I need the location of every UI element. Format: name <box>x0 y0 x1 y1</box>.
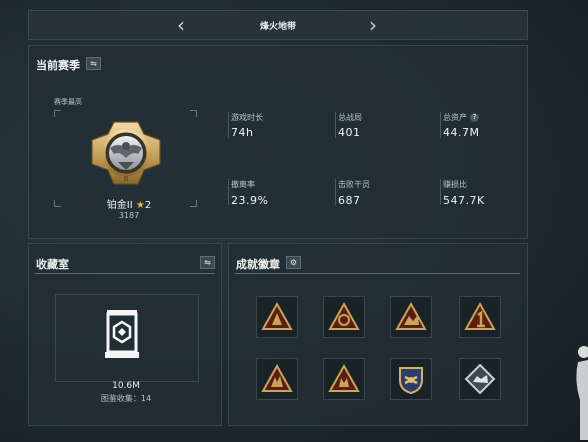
achievement-badge[interactable] <box>459 296 501 338</box>
triangle-badge-icon <box>328 301 360 330</box>
achievement-badge[interactable] <box>390 296 432 338</box>
divider <box>335 179 336 205</box>
frame-corner <box>54 110 61 117</box>
stat-value: 687 <box>338 194 361 207</box>
stat-label: 赚损比 <box>443 180 467 189</box>
stat-label: 游戏时长 <box>231 113 263 122</box>
platinum-rank-emblem-icon: II <box>91 121 161 185</box>
help-icon[interactable]: ? <box>470 113 479 122</box>
achievement-badge[interactable] <box>390 358 432 400</box>
season-panel: 当前赛季 ⇋ 赛季最高 II 铂金II ★2 3187 游戏时长 74h 总战局… <box>28 45 528 239</box>
achievement-badge[interactable] <box>459 358 501 400</box>
achievement-badge[interactable] <box>323 358 365 400</box>
chevron-right-icon[interactable]: › <box>369 14 377 36</box>
swap-icon[interactable]: ⇋ <box>86 57 101 70</box>
divider <box>228 179 229 205</box>
stat-value: 74h <box>231 126 254 139</box>
swap-icon[interactable]: ⇋ <box>200 256 215 269</box>
collection-panel[interactable]: 收藏室 ⇋ 10.6M 图鉴收集：14 <box>28 243 222 426</box>
frame-corner <box>54 200 61 207</box>
stat-label: 总资产? <box>443 112 479 123</box>
collection-count-label: 图鉴收集： <box>100 394 141 403</box>
mode-title: 烽火地带 <box>259 22 296 32</box>
achievement-badge[interactable] <box>323 296 365 338</box>
mode-selector: ‹ 烽火地带 › <box>28 10 528 40</box>
stat-value: 401 <box>338 126 361 139</box>
character-figure-icon <box>576 346 588 440</box>
stat-label: 总战局 <box>338 113 362 122</box>
rank-name: 铂金II <box>106 200 133 211</box>
star-icon: ★ <box>135 200 145 211</box>
collection-value: 10.6M <box>112 381 140 391</box>
stat-value: 547.7K <box>443 194 485 207</box>
triangle-badge-icon <box>328 363 360 392</box>
collection-count-row: 图鉴收集：14 <box>29 393 223 404</box>
rank-name-row: 铂金II ★2 <box>94 196 164 211</box>
stat-label: 撤离率 <box>231 180 255 189</box>
divider <box>35 273 215 274</box>
achievement-badge[interactable] <box>256 296 298 338</box>
collection-count: 14 <box>140 394 152 403</box>
stat-value: 23.9% <box>231 194 269 207</box>
season-title: 当前赛季 <box>36 59 80 72</box>
frame-corner <box>190 110 197 117</box>
achievements-title: 成就徽章 <box>236 258 280 271</box>
triangle-badge-icon <box>261 363 293 392</box>
triangle-badge-icon <box>395 301 427 330</box>
achievements-panel: 成就徽章 ⚙ <box>228 243 528 426</box>
triangle-badge-icon <box>464 301 496 330</box>
divider <box>335 112 336 138</box>
divider <box>235 273 520 274</box>
stat-label: 击败干员 <box>338 180 370 189</box>
season-best-label: 赛季最高 <box>54 98 82 106</box>
divider <box>440 179 441 205</box>
frame-corner <box>190 200 197 207</box>
display-case-icon <box>105 310 139 358</box>
achievement-badge[interactable] <box>256 358 298 400</box>
diamond-badge-icon <box>464 363 496 395</box>
rank-level: 2 <box>144 200 152 211</box>
shield-badge-icon <box>399 367 423 395</box>
rank-score: 3187 <box>118 211 140 220</box>
collection-title: 收藏室 <box>36 258 69 271</box>
triangle-badge-icon <box>261 301 293 330</box>
gear-icon[interactable]: ⚙ <box>286 256 301 269</box>
svg-text:II: II <box>124 175 128 183</box>
divider <box>228 112 229 138</box>
stat-value: 44.7M <box>443 126 480 139</box>
divider <box>440 112 441 138</box>
